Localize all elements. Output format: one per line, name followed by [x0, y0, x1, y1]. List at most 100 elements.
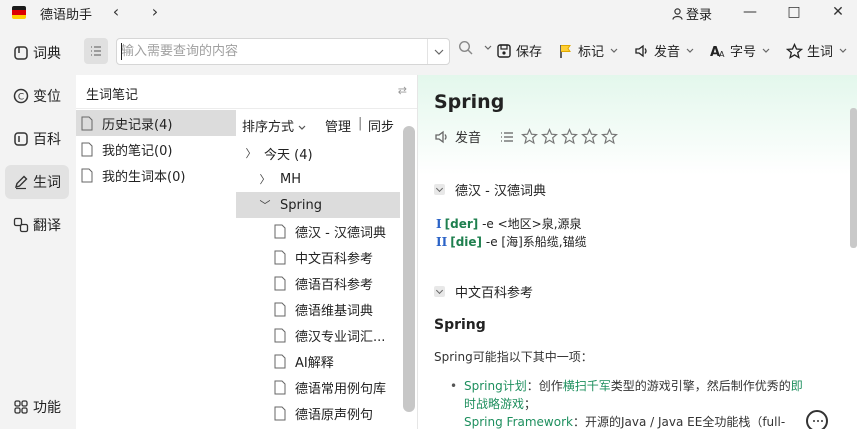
nav-item-conjugation[interactable]: C 变位 — [5, 79, 69, 113]
tree-leaf[interactable]: 德语常用例句库 — [236, 374, 400, 400]
list-toggle-button[interactable] — [84, 38, 108, 64]
chevron-down-icon — [839, 48, 847, 53]
close-button[interactable]: ✕ — [826, 2, 850, 22]
wiki-intro: Spring可能指以下其中一项： — [434, 350, 593, 364]
dictionary-icon — [14, 46, 28, 60]
svg-text:C: C — [18, 93, 24, 103]
tree-leaf[interactable]: AI解释 — [236, 348, 400, 374]
font-size-icon: AA — [710, 45, 725, 59]
tree-label: 今天 (4) — [264, 147, 313, 163]
encyclopedia-icon — [14, 132, 28, 146]
save-button[interactable]: 保存 — [496, 41, 542, 60]
search-history-dropdown[interactable] — [427, 39, 449, 64]
article: [die] — [450, 235, 483, 249]
maximize-button[interactable]: □ — [782, 2, 806, 22]
wiki-text: ：创作 — [526, 379, 563, 393]
tree-leaf[interactable]: 中文百科参考 — [236, 244, 400, 270]
wiki-link[interactable]: Spring计划 — [464, 379, 527, 393]
nav-item-translate[interactable]: 翻译 — [5, 208, 69, 242]
tree-leaf[interactable]: 德语维基词典 — [236, 296, 400, 322]
content-scrollbar[interactable] — [850, 108, 857, 248]
entry-pronounce-button[interactable]: 发音 — [434, 127, 481, 146]
tree-leaf[interactable]: 德语百科参考 — [236, 270, 400, 296]
header-gradient — [418, 75, 857, 175]
sort-label: 排序方式 — [242, 120, 295, 135]
notes-header: 生词笔记 ⇄ — [76, 75, 417, 109]
wiki-list-item: Spring Framework：开源的Java / Java EE全功能栈（f… — [464, 413, 814, 429]
mark-button[interactable]: 标记 — [558, 41, 618, 60]
star-icon[interactable] — [601, 128, 619, 145]
tree-label: 中文百科参考 — [295, 251, 374, 267]
swap-icon[interactable]: ⇄ — [398, 84, 407, 97]
source-item-my-notes[interactable]: 我的笔记(0) — [76, 136, 236, 162]
save-icon — [497, 43, 511, 58]
search-input[interactable] — [121, 42, 421, 61]
nav-item-encyclopedia[interactable]: 百科 — [5, 122, 69, 156]
nav-item-functions[interactable]: 功能 — [5, 390, 69, 424]
tree-node-mh[interactable]: 〉 MH — [236, 166, 400, 192]
source-item-vocab-book[interactable]: 我的生词本(0) — [76, 162, 236, 188]
nav-label: 功能 — [33, 400, 61, 416]
source-label: 历史记录(4) — [102, 117, 173, 133]
back-arrow-icon[interactable]: ‹ — [106, 2, 126, 21]
tree-node-spring[interactable]: ﹀ Spring — [236, 192, 400, 218]
tree-leaf[interactable]: 德语原声例句 — [236, 400, 400, 426]
source-item-history[interactable]: 历史记录(4) — [76, 110, 236, 136]
star-icon[interactable] — [521, 128, 539, 145]
sort-dropdown[interactable]: 排序方式 — [242, 116, 306, 135]
wiki-link[interactable]: 横扫千军 — [563, 379, 611, 393]
pronounce-button[interactable]: 发音 — [634, 41, 694, 60]
font-size-button[interactable]: AA 字号 — [710, 41, 770, 60]
rating-stars[interactable] — [521, 128, 621, 145]
document-icon — [274, 354, 286, 368]
tree-scrollbar[interactable] — [403, 126, 415, 412]
pronounce-label: 发音 — [654, 45, 681, 60]
search-button[interactable] — [458, 40, 492, 56]
tree-node-today[interactable]: 〉今天 (4) — [236, 140, 400, 166]
minimize-button[interactable]: — — [738, 2, 762, 22]
pen-icon — [14, 175, 28, 190]
chevron-down-icon — [434, 49, 444, 55]
tree-leaf[interactable]: 德汉 - 汉德词典 — [236, 218, 400, 244]
tree-label: 德语常用例句库 — [295, 381, 387, 397]
star-icon[interactable] — [561, 128, 579, 145]
app-title: 德语助手 — [40, 8, 93, 23]
manage-button[interactable]: 管理 — [325, 116, 351, 135]
wiki-list-item: Spring计划：创作横扫千军类型的游戏引擎，然后制作优秀的即时战略游戏； — [450, 377, 814, 413]
pronounce-label: 发音 — [455, 131, 482, 146]
tree-label: AI解释 — [295, 355, 334, 371]
collapse-icon — [434, 184, 445, 195]
nav-label: 变位 — [33, 89, 61, 105]
list-icon[interactable] — [499, 129, 515, 145]
star-icon[interactable] — [581, 128, 599, 145]
search-icon — [458, 40, 473, 55]
definition-line: I [der] -e <地区>泉,源泉 — [436, 215, 582, 232]
tree-leaf[interactable]: 德汉专业词汇... — [236, 322, 400, 348]
chat-bubble-icon[interactable] — [806, 410, 828, 429]
vocab-label: 生词 — [807, 45, 834, 60]
speaker-icon — [635, 44, 647, 57]
tree-label: 德汉专业词汇... — [295, 329, 386, 345]
nav-item-dictionary[interactable]: 词典 — [5, 36, 69, 70]
sync-button[interactable]: 同步 — [368, 116, 394, 135]
chevron-down-icon — [762, 48, 770, 53]
definition-text: -e [海]系船缆,锚缆 — [482, 235, 587, 249]
section-header-dict[interactable]: 德汉 - 汉德词典 — [434, 180, 546, 199]
document-icon — [274, 250, 286, 264]
source-label: 我的生词本(0) — [102, 169, 186, 185]
star-icon[interactable] — [541, 128, 559, 145]
document-icon — [274, 302, 286, 316]
search-box[interactable] — [116, 38, 450, 65]
headword: Spring — [434, 91, 505, 113]
vocab-button[interactable]: 生词 — [786, 41, 847, 60]
tree-label: MH — [280, 171, 301, 187]
wiki-text: ； — [524, 397, 537, 411]
nav-item-vocabulary[interactable]: 生词 — [5, 165, 69, 199]
login-button[interactable]: 登录 — [672, 4, 712, 23]
collapse-icon — [434, 286, 445, 297]
section-header-cn-wiki[interactable]: 中文百科参考 — [434, 282, 533, 301]
chevron-right-icon: 〉 — [245, 147, 257, 160]
sense-number: I — [436, 217, 442, 231]
wiki-link[interactable]: Spring Framework — [464, 415, 573, 429]
forward-arrow-icon[interactable]: › — [145, 2, 165, 21]
